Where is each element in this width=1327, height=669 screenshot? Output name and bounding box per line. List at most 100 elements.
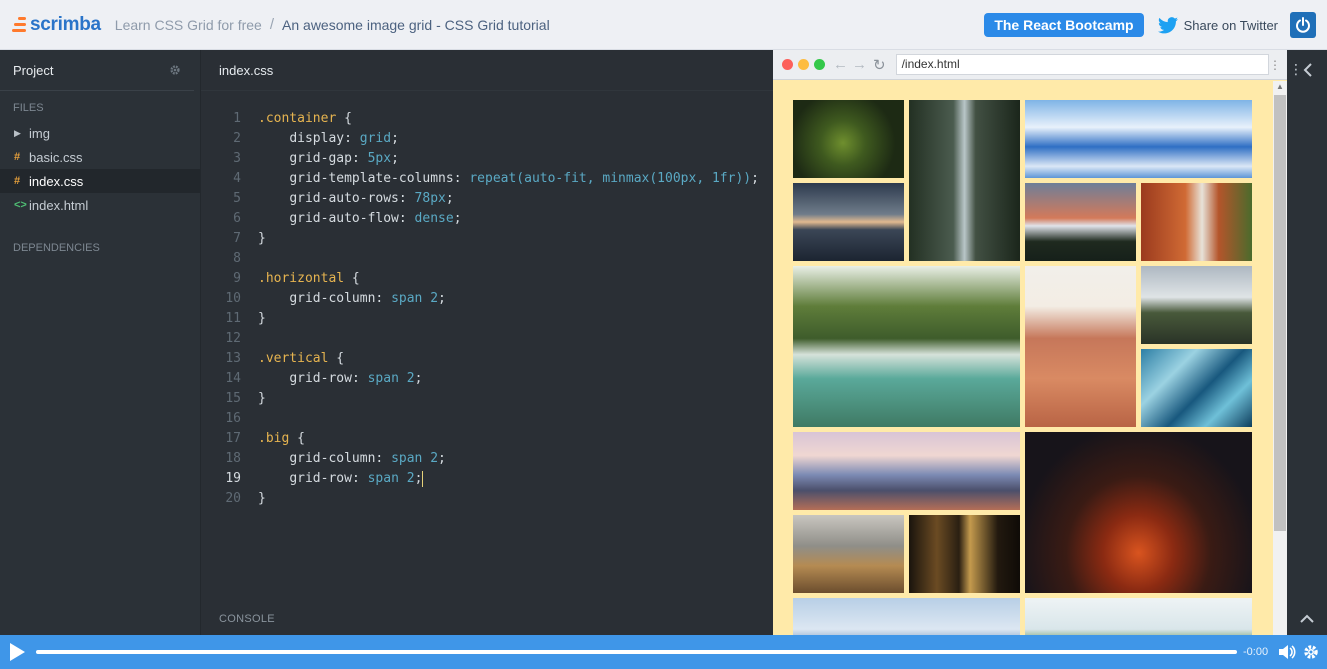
url-bar[interactable]: /index.html (895, 54, 1269, 75)
line-number: 4 (233, 171, 241, 186)
line-number: 7 (233, 231, 241, 246)
code-line[interactable]: 16 (201, 409, 759, 429)
logo-mark-icon (12, 17, 26, 32)
grid-image-blue-mountains-clouds (1025, 100, 1252, 178)
power-button[interactable] (1290, 12, 1316, 38)
code-line[interactable]: 8 (201, 249, 759, 269)
sidebar-item-img[interactable]: ▶ img (0, 121, 200, 145)
code-line[interactable]: 1 .container { (201, 109, 759, 129)
file-label: index.html (29, 197, 89, 213)
breadcrumb-title: An awesome image grid - CSS Grid tutoria… (282, 16, 550, 33)
line-number: 20 (225, 491, 241, 506)
code-line[interactable]: 13 .vertical { (201, 349, 759, 369)
line-number: 15 (225, 391, 241, 406)
chevron-left-icon[interactable] (1303, 63, 1313, 77)
settings-gear-icon[interactable] (1302, 643, 1320, 661)
grid-image-red-canyon-waterfall (1141, 183, 1252, 261)
volume-icon[interactable] (1278, 644, 1296, 660)
code-line[interactable]: 5 grid-auto-rows: 78px; (201, 189, 759, 209)
play-icon[interactable] (10, 643, 25, 661)
code-line[interactable]: 9 .horizontal { (201, 269, 759, 289)
code-line[interactable]: 12 (201, 329, 759, 349)
project-sidebar: Project FILES ▶ img # basic.css # index.… (0, 50, 201, 635)
tab-index-css[interactable]: index.css (201, 50, 773, 91)
line-number: 17 (225, 431, 241, 446)
line-number: 13 (225, 351, 241, 366)
code-line[interactable]: 7} (201, 229, 759, 249)
code-line[interactable]: 18 grid-column: span 2; (201, 449, 759, 469)
code-line[interactable]: 14 grid-row: span 2; (201, 369, 759, 389)
line-number: 8 (233, 251, 241, 266)
line-number: 18 (225, 451, 241, 466)
line-content: grid-row: span 2; (289, 470, 424, 487)
grid-image-moss-forest (793, 100, 904, 178)
line-number: 10 (225, 291, 241, 306)
grid-image-pink-mountain-range (793, 432, 1020, 510)
code-line[interactable]: 19 grid-row: span 2; (201, 469, 759, 489)
line-number: 3 (233, 151, 241, 166)
back-arrow-icon[interactable]: ← (833, 56, 848, 73)
chevron-up-icon[interactable] (1300, 614, 1314, 624)
twitter-label: Share on Twitter (1183, 17, 1278, 33)
console-label[interactable]: CONSOLE (219, 613, 275, 625)
sidebar-item-index-html[interactable]: <> index.html (0, 193, 200, 217)
player-bar: -0:00 (0, 635, 1327, 669)
power-icon (1296, 17, 1310, 33)
line-content: grid-column: span 2; (289, 451, 446, 466)
line-content: } (258, 311, 266, 326)
code-line[interactable]: 4 grid-template-columns: repeat(auto-fit… (201, 169, 759, 189)
line-content: } (258, 491, 266, 506)
grid-image-green-tree (1025, 598, 1252, 635)
code-area[interactable]: 1 .container {2 display: grid; 3 grid-gap:… (201, 109, 759, 509)
more-icon[interactable]: ⋮ (1289, 61, 1303, 78)
grid-image-dark-forest-path (909, 515, 1020, 593)
file-label: basic.css (29, 149, 83, 165)
browser-toolbar: ← → ↻ /index.html ⋮ (773, 50, 1287, 80)
code-brackets-icon: <> (14, 199, 27, 211)
line-content: grid-gap: 5px; (289, 151, 399, 166)
hash-icon: # (14, 151, 21, 163)
line-content (241, 249, 258, 269)
code-line[interactable]: 2 display: grid; (201, 129, 759, 149)
line-number: 12 (225, 331, 241, 346)
grid-image-night-red-rock (1025, 432, 1252, 593)
scroll-up-icon[interactable]: ▲ (1273, 81, 1287, 93)
scroll-thumb[interactable] (1274, 95, 1286, 531)
line-content: grid-auto-flow: dense; (289, 211, 462, 226)
reload-icon[interactable]: ↻ (873, 56, 886, 74)
code-line[interactable]: 15} (201, 389, 759, 409)
sidebar-item-basic-css[interactable]: # basic.css (0, 145, 200, 169)
file-label: img (29, 125, 50, 141)
code-line[interactable]: 10 grid-column: span 2; (201, 289, 759, 309)
close-dot-icon (782, 59, 793, 70)
code-editor[interactable]: index.css 1 .container {2 display: grid; 3… (201, 50, 773, 635)
menu-dots-icon[interactable]: ⋮ (1269, 58, 1281, 72)
dependencies-heading: DEPENDENCIES (13, 242, 100, 254)
line-number: 11 (225, 311, 241, 326)
grid-image-snowy-peak-sunset (1025, 183, 1136, 261)
line-content (241, 409, 258, 429)
sidebar-item-index-css[interactable]: # index.css (0, 169, 200, 193)
line-number: 19 (225, 471, 241, 486)
react-bootcamp-button[interactable]: The React Bootcamp (984, 13, 1144, 37)
progress-bar[interactable] (36, 650, 1237, 654)
code-line[interactable]: 17 .big { (201, 429, 759, 449)
scrimba-logo[interactable]: scrimba (12, 14, 101, 36)
breadcrumb-course[interactable]: Learn CSS Grid for free (115, 17, 262, 33)
code-line[interactable]: 11} (201, 309, 759, 329)
browser-preview: ← → ↻ /index.html ⋮ ▲ (773, 50, 1287, 635)
line-content: .big { (258, 431, 305, 446)
gear-icon[interactable] (169, 64, 181, 76)
grid-image-waterfall-forest (909, 100, 1020, 261)
code-line[interactable]: 20} (201, 489, 759, 509)
line-content: .vertical { (258, 351, 345, 366)
logo-text: scrimba (30, 13, 101, 35)
grid-image-waterfall-lagoon (793, 266, 1020, 427)
code-line[interactable]: 6 grid-auto-flow: dense; (201, 209, 759, 229)
code-line[interactable]: 3 grid-gap: 5px; (201, 149, 759, 169)
top-bar: scrimba Learn CSS Grid for free / An awe… (0, 0, 1327, 50)
share-twitter-button[interactable]: Share on Twitter (1157, 16, 1278, 34)
forward-arrow-icon[interactable]: → (852, 56, 867, 73)
preview-scrollbar[interactable]: ▲ (1273, 81, 1287, 635)
folder-triangle-icon: ▶ (14, 127, 21, 138)
